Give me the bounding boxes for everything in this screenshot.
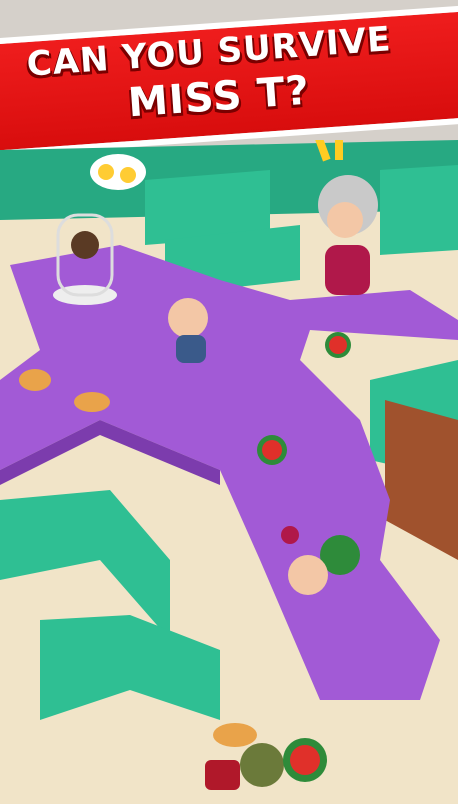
maze-scene (0, 140, 458, 790)
game-board (0, 140, 458, 804)
watermelon-icon (325, 332, 351, 358)
miss-t-character (318, 175, 378, 295)
fallen-soldier-character (205, 723, 327, 790)
worried-emoji-speech-bubble (90, 154, 146, 190)
watermelon-icon (257, 435, 287, 465)
pie-icon (19, 369, 51, 391)
pie-icon (74, 392, 110, 412)
